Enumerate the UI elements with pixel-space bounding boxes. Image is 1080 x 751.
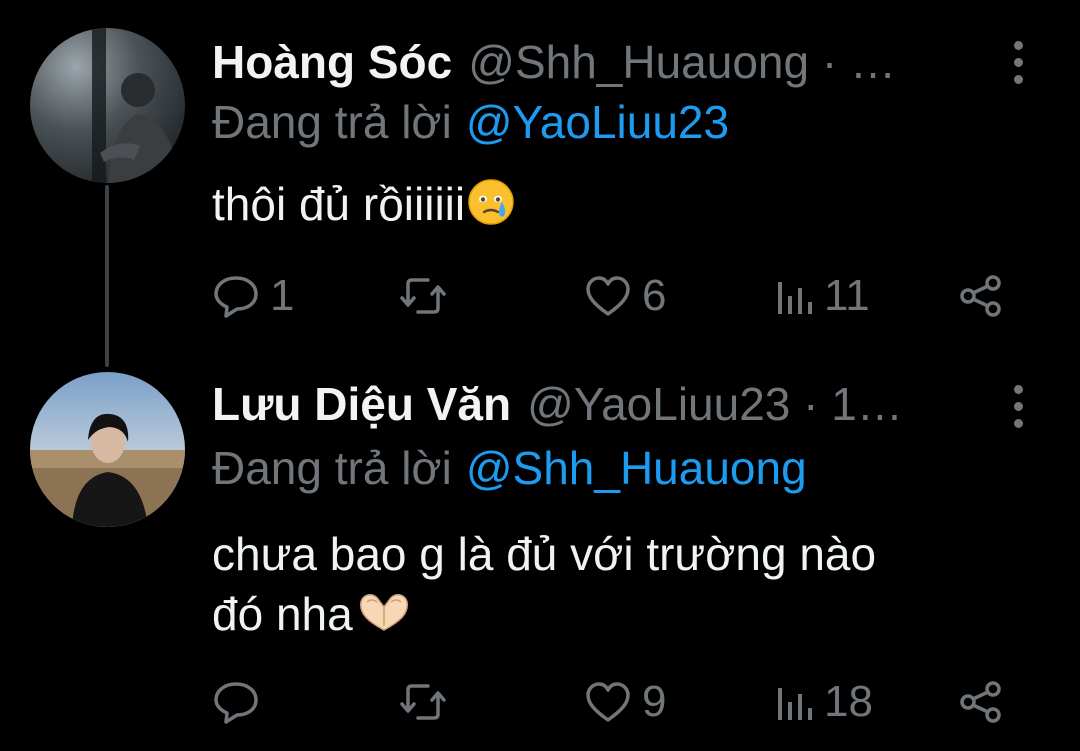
- author-name[interactable]: Lưu Diệu Văn: [212, 377, 511, 431]
- share-button[interactable]: [958, 672, 1004, 732]
- share-icon: [960, 681, 1001, 723]
- tweet-thread: Hoàng Sóc @Shh_Huauong · … Đang trả lời …: [0, 0, 1080, 751]
- tweet-actions: 1 6 11: [212, 266, 1012, 326]
- reply-button[interactable]: 1: [212, 266, 294, 326]
- reply-button[interactable]: [212, 672, 270, 732]
- author-handle[interactable]: @Shh_Huauong · …: [468, 35, 896, 89]
- tweet-actions: 9 18: [212, 672, 1012, 732]
- tweet-text: chưa bao g là đủ với trường nào đó nha: [212, 524, 1012, 650]
- like-count: 9: [642, 677, 667, 726]
- avatar[interactable]: [30, 28, 185, 183]
- more-options-icon[interactable]: [1004, 34, 1032, 90]
- views-count: 18: [824, 677, 873, 726]
- tweet-text-line-1: chưa bao g là đủ với trường nào: [212, 528, 877, 580]
- replying-prefix: Đang trả lời: [212, 442, 452, 494]
- views-icon: [778, 282, 812, 314]
- author-name[interactable]: Hoàng Sóc: [212, 35, 452, 89]
- retweet-icon: [400, 684, 446, 720]
- more-options-icon[interactable]: [1004, 378, 1032, 434]
- reply-icon: [214, 276, 258, 318]
- avatar-image: [30, 372, 185, 527]
- retweet-button[interactable]: [398, 266, 458, 326]
- thread-connector-line: [105, 185, 109, 367]
- heart-icon: [586, 276, 630, 316]
- replying-mention-link[interactable]: @Shh_Huauong: [466, 441, 807, 495]
- face-holding-back-tears-emoji: [467, 178, 515, 240]
- views-button[interactable]: 18: [774, 672, 873, 732]
- share-icon: [960, 275, 1001, 317]
- tweet-text-content: thôi đủ rồiiiiii: [212, 178, 466, 230]
- tweet-header: Lưu Diệu Văn @YaoLiuu23 · 1…: [212, 374, 903, 434]
- views-button[interactable]: 11: [774, 266, 870, 326]
- heart-hands-emoji: [355, 590, 413, 650]
- replying-prefix: Đang trả lời: [212, 96, 452, 148]
- reply-count: 1: [270, 271, 295, 320]
- heart-icon: [586, 682, 630, 722]
- like-count: 6: [642, 271, 667, 320]
- replying-mention-link[interactable]: @YaoLiuu23: [466, 95, 729, 149]
- tweet-text: thôi đủ rồiiiiii: [212, 174, 1012, 240]
- reply-icon: [214, 682, 258, 724]
- tweet-text-line-2: đó nha: [212, 588, 353, 640]
- like-button[interactable]: 9: [584, 672, 666, 732]
- like-button[interactable]: 6: [584, 266, 666, 326]
- avatar[interactable]: [30, 372, 185, 527]
- author-handle[interactable]: @YaoLiuu23 · 1…: [527, 377, 903, 431]
- views-icon: [778, 688, 812, 720]
- avatar-image: [30, 28, 185, 183]
- replying-to: Đang trả lời @Shh_Huauong: [212, 440, 807, 496]
- retweet-icon: [400, 278, 446, 314]
- tweet-header: Hoàng Sóc @Shh_Huauong · …: [212, 32, 896, 92]
- retweet-button[interactable]: [398, 672, 458, 732]
- replying-to: Đang trả lời @YaoLiuu23: [212, 94, 729, 150]
- share-button[interactable]: [958, 266, 1004, 326]
- views-count: 11: [824, 271, 870, 320]
